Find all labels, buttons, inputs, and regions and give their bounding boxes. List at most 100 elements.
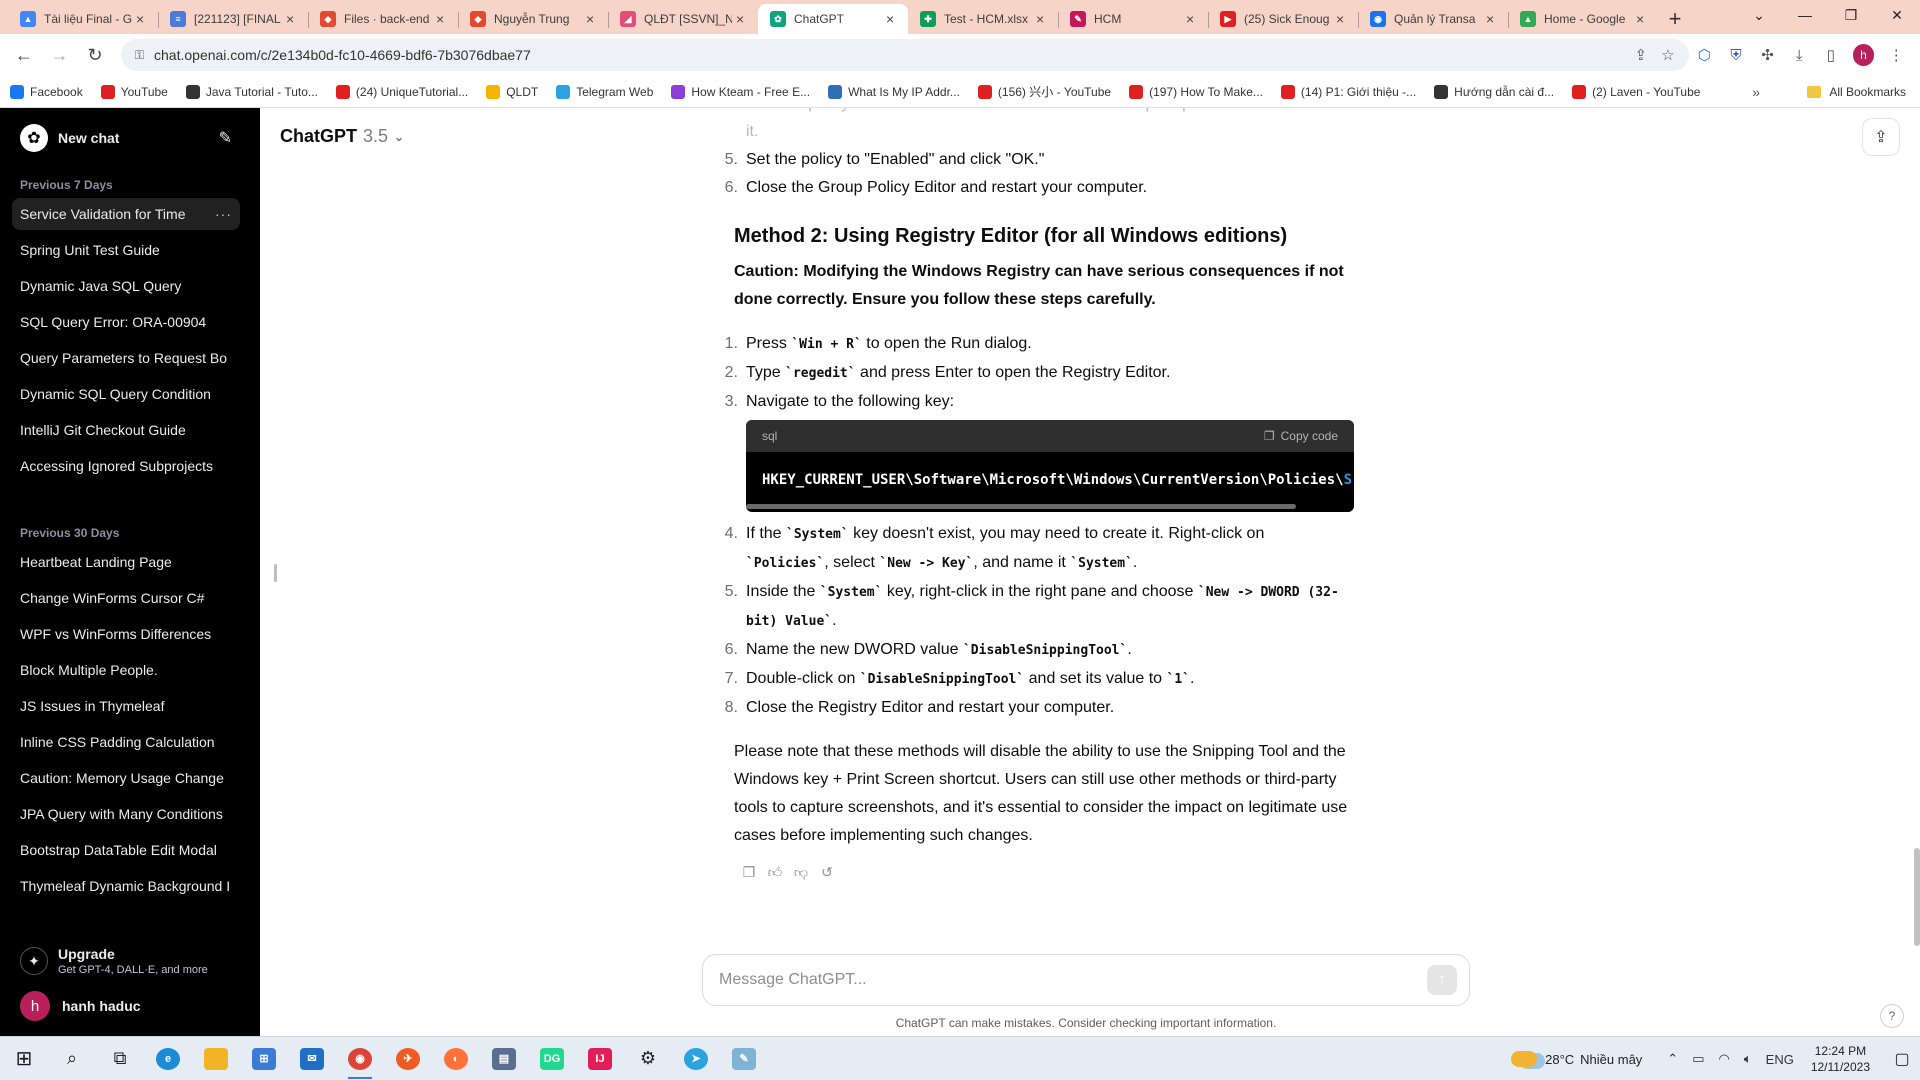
bookmark-156-youtube[interactable]: (156) 兴小 - YouTube: [977, 83, 1111, 100]
bookmark-youtube[interactable]: YouTube: [100, 84, 168, 99]
sidebar-chat-service-validation-for-time[interactable]: Service Validation for Time ···: [12, 198, 240, 230]
thumbs-up-icon[interactable]: 👍︎: [762, 860, 788, 884]
more-options-icon[interactable]: ···: [215, 206, 232, 222]
close-tab-icon[interactable]: ×: [1336, 11, 1350, 27]
browser-tab-nguy-n-trung[interactable]: ◆ Nguyễn Trung ×: [458, 4, 608, 34]
browser-tab-221123-final[interactable]: ≡ [221123] [FINAL ×: [158, 4, 308, 34]
share-page-icon[interactable]: ⇪: [1635, 46, 1648, 64]
firefox-icon[interactable]: ◐: [432, 1037, 480, 1080]
close-tab-icon[interactable]: ×: [586, 11, 600, 27]
message-input[interactable]: [719, 971, 1427, 989]
search-icon[interactable]: ⌕: [48, 1037, 96, 1080]
thumbs-down-icon[interactable]: 👎︎: [788, 860, 814, 884]
close-tab-icon[interactable]: ×: [1486, 11, 1500, 27]
sidebar-chat-js-issues-in-thymeleaf[interactable]: JS Issues in Thymeleaf: [12, 690, 240, 722]
chrome-taskbar-icon[interactable]: ◉: [336, 1037, 384, 1080]
edit-icon[interactable]: ✎: [219, 128, 232, 148]
sidebar-chat-bootstrap-datatable-edit-modal[interactable]: Bootstrap DataTable Edit Modal: [12, 834, 240, 866]
browser-tab-25-sick-enoug[interactable]: ▶ (25) Sick Enoug ×: [1208, 4, 1358, 34]
sidebar-chat-block-multiple-people[interactable]: Block Multiple People.: [12, 654, 240, 686]
close-tab-icon[interactable]: ×: [286, 11, 300, 27]
chrome-menu-icon[interactable]: ⋮: [1880, 39, 1912, 71]
minimize-icon[interactable]: —: [1782, 0, 1828, 30]
browser-tab-hcm[interactable]: ✎ HCM ×: [1058, 4, 1208, 34]
datagrip-icon[interactable]: DG: [528, 1037, 576, 1080]
bookmark-java-tutorial-tuto[interactable]: Java Tutorial - Tuto...: [185, 84, 318, 99]
sidebar-chat-heartbeat-landing-page[interactable]: Heartbeat Landing Page: [12, 546, 240, 578]
sql-server-icon[interactable]: ▤: [480, 1037, 528, 1080]
sidebar-chat-jpa-query-with-many-conditions[interactable]: JPA Query with Many Conditions: [12, 798, 240, 830]
store-icon[interactable]: ⊞: [240, 1037, 288, 1080]
tab-search-icon[interactable]: ⌄: [1736, 0, 1782, 30]
sidebar-chat-intellij-git-checkout-guide[interactable]: IntelliJ Git Checkout Guide: [12, 414, 240, 446]
sidebar-chat-query-parameters-to-request-bo[interactable]: Query Parameters to Request Bo: [12, 342, 240, 374]
bookmark-telegram-web[interactable]: Telegram Web: [556, 84, 653, 99]
notification-icon[interactable]: ▢: [1884, 1049, 1920, 1069]
sidebar-chat-wpf-vs-winforms-differences[interactable]: WPF vs WinForms Differences: [12, 618, 240, 650]
extensions-puzzle-icon[interactable]: ✣: [1752, 39, 1784, 71]
bookmark-how-kteam-free-e[interactable]: How Kteam - Free E...: [671, 84, 810, 99]
close-tab-icon[interactable]: ×: [1186, 11, 1200, 27]
weather-widget[interactable]: 28°C Nhiều mây: [1511, 1051, 1642, 1067]
bookmark-h-ng-d-n-c-i[interactable]: Hướng dẫn cài đ...: [1434, 84, 1554, 99]
share-chat-icon[interactable]: ⇪: [1862, 118, 1900, 156]
copy-code-button[interactable]: ❐ Copy code: [1264, 422, 1338, 450]
close-tab-icon[interactable]: ×: [1036, 11, 1050, 27]
site-info-icon[interactable]: ⚿: [135, 48, 144, 63]
code-horizontal-scrollbar[interactable]: [746, 504, 1296, 509]
close-window-icon[interactable]: ✕: [1874, 0, 1920, 30]
reload-icon[interactable]: ↻: [79, 39, 111, 71]
bookmark-24-uniquetutorial[interactable]: (24) UniqueTutorial...: [335, 84, 468, 99]
close-tab-icon[interactable]: ×: [136, 11, 150, 27]
new-chat-button[interactable]: ✿ New chat ✎: [12, 118, 240, 158]
browser-tab-home-google[interactable]: ▲ Home - Google ×: [1508, 4, 1658, 34]
bookmark-what-is-my-ip-addr[interactable]: What Is My IP Addr...: [828, 84, 960, 99]
restore-icon[interactable]: ❐: [1828, 0, 1874, 30]
close-tab-icon[interactable]: ×: [1636, 11, 1650, 27]
sidebar-chat-dynamic-java-sql-query[interactable]: Dynamic Java SQL Query: [12, 270, 240, 302]
close-tab-icon[interactable]: ×: [886, 11, 900, 27]
profile-avatar[interactable]: h: [1852, 44, 1875, 66]
page-scrollbar[interactable]: [1914, 848, 1920, 946]
sidebar-chat-thymeleaf-dynamic-background-i[interactable]: Thymeleaf Dynamic Background I: [12, 870, 240, 902]
regenerate-icon[interactable]: ↺: [814, 860, 840, 884]
address-bar[interactable]: ⚿ chat.openai.com/c/2e134b0d-fc10-4669-b…: [120, 39, 1689, 71]
close-tab-icon[interactable]: ×: [436, 11, 450, 27]
bookmark-197-how-to-make[interactable]: (197) How To Make...: [1129, 84, 1263, 99]
upgrade-button[interactable]: ✦ Upgrade Get GPT-4, DALL·E, and more: [12, 938, 240, 984]
volume-icon[interactable]: 🔈︎: [1744, 1051, 1752, 1067]
help-button[interactable]: ?: [1880, 1004, 1904, 1028]
telegram-icon[interactable]: ➤: [672, 1037, 720, 1080]
browser-tab-qu-n-l-transa[interactable]: ◉ Quản lý Transa ×: [1358, 4, 1508, 34]
browser-tab-t-i-li-u-final-g[interactable]: ▲ Tài liệu Final - G ×: [8, 4, 158, 34]
browser-tab-test-hcm-xlsx[interactable]: ✚ Test - HCM.xlsx ×: [908, 4, 1058, 34]
sidebar-chat-caution-memory-usage-change[interactable]: Caution: Memory Usage Change: [12, 762, 240, 794]
bookmarks-overflow-button[interactable]: »: [1752, 84, 1760, 100]
browser-tab-files-back-end[interactable]: ◆ Files · back-end ×: [308, 4, 458, 34]
sidebar-resize-handle[interactable]: [274, 564, 277, 582]
display-icon[interactable]: ▭: [1692, 1051, 1704, 1067]
all-bookmarks-button[interactable]: All Bookmarks: [1807, 85, 1906, 99]
postman-icon[interactable]: ✈: [384, 1037, 432, 1080]
sidebar-chat-change-winforms-cursor-c[interactable]: Change WinForms Cursor C#: [12, 582, 240, 614]
mail-icon[interactable]: ✉: [288, 1037, 336, 1080]
download-icon[interactable]: ⤓: [1783, 39, 1815, 71]
close-tab-icon[interactable]: ×: [736, 11, 750, 27]
shield-extension-icon[interactable]: ⛨: [1720, 39, 1752, 71]
browser-tab-ql-t-ssvn-n[interactable]: ◢ QLĐT [SSVN]_N ×: [608, 4, 758, 34]
forward-icon[interactable]: →: [44, 39, 76, 71]
windows-start-icon[interactable]: ⊞: [0, 1037, 48, 1080]
url-text[interactable]: chat.openai.com/c/2e134b0d-fc10-4669-bdf…: [154, 47, 1620, 63]
bookmark-qldt[interactable]: QLDT: [486, 84, 538, 99]
sidebar-chat-dynamic-sql-query-condition[interactable]: Dynamic SQL Query Condition: [12, 378, 240, 410]
back-icon[interactable]: ←: [8, 39, 40, 71]
wifi-icon[interactable]: ◠: [1719, 1051, 1730, 1067]
sidebar-chat-inline-css-padding-calculation[interactable]: Inline CSS Padding Calculation: [12, 726, 240, 758]
language-indicator[interactable]: ENG: [1766, 1052, 1794, 1067]
new-tab-button[interactable]: +: [1658, 4, 1692, 34]
send-arrow-icon[interactable]: ↑: [1427, 965, 1457, 995]
notepad-icon[interactable]: ✎: [720, 1037, 768, 1080]
browser-tab-chatgpt[interactable]: ✿ ChatGPT ×: [758, 4, 908, 34]
edge-icon[interactable]: e: [144, 1037, 192, 1080]
user-menu-button[interactable]: h hanh haduc: [12, 986, 240, 1026]
